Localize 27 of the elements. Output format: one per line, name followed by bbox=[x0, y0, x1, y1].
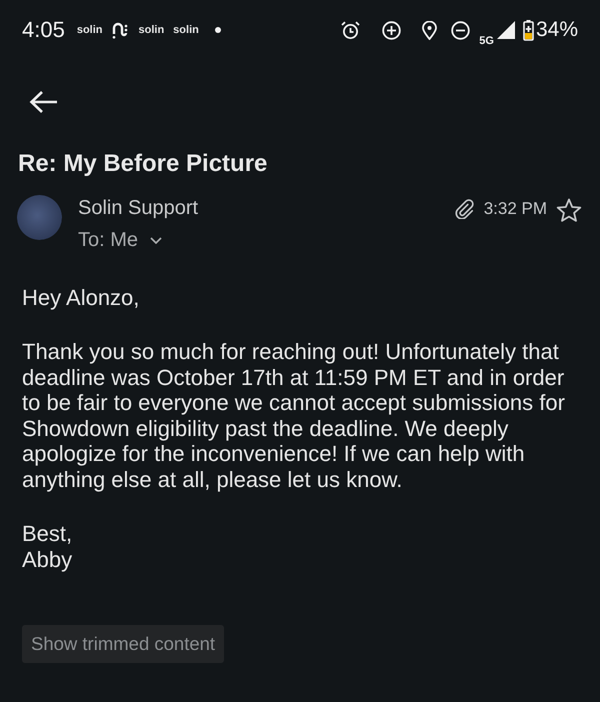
notification-app-label: solin bbox=[138, 24, 164, 36]
email-subject: Re: My Before Picture bbox=[17, 150, 268, 178]
add-circle-icon bbox=[382, 20, 402, 40]
battery-icon bbox=[522, 20, 534, 40]
show-trimmed-content-button[interactable]: Show trimmed content bbox=[22, 625, 224, 664]
minus-circle-icon bbox=[451, 20, 470, 40]
network-type-label: 5G bbox=[479, 34, 494, 46]
recipient-label: To: Me bbox=[78, 228, 138, 252]
sender-name: Solin Support bbox=[78, 196, 198, 220]
email-time: 3:32 PM bbox=[484, 199, 547, 219]
chevron-down-icon[interactable] bbox=[150, 236, 162, 244]
notification-app-label: solin bbox=[76, 24, 102, 36]
email-closing-line: Abby bbox=[22, 546, 74, 572]
star-icon[interactable] bbox=[556, 198, 582, 222]
email-paragraph: Thank you so much for reaching out! Unfortunately that deadline was October 17th at 11:59 PM ET and in order to be fair to everyone we cannot accept submissions for Showdown eligibility past the deadline. We deeply apologize for the inconvenience! If we can help with anything else at all, please let us know. bbox=[22, 339, 566, 493]
notification-dot-icon bbox=[214, 27, 221, 33]
back-arrow-icon[interactable] bbox=[29, 90, 58, 114]
email-greeting: Hey Alonzo, bbox=[22, 285, 140, 311]
notification-app-label: solin bbox=[173, 24, 199, 36]
signal-icon bbox=[496, 21, 515, 39]
alarm-icon bbox=[341, 20, 360, 40]
location-pin-icon bbox=[422, 20, 438, 40]
email-closing-line: Best, bbox=[22, 521, 74, 547]
status-time: 4:05 bbox=[22, 17, 65, 43]
battery-percentage: 34% bbox=[536, 18, 578, 42]
app-logo-icon bbox=[112, 22, 128, 38]
sender-avatar bbox=[17, 195, 62, 240]
